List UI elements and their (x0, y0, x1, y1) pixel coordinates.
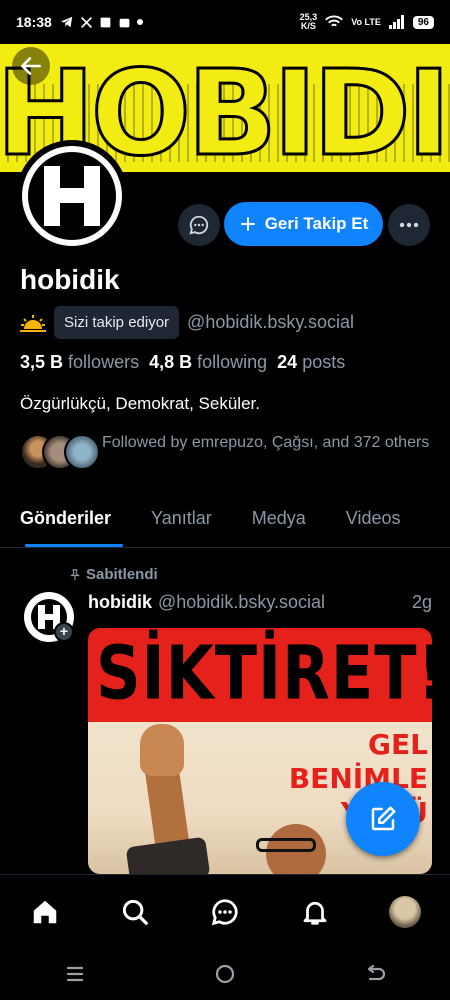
post-header: hobidik @hobidik.bsky.social 2g (88, 592, 432, 613)
compose-post-button[interactable] (346, 782, 420, 856)
image-title: SİKTİRET! (96, 628, 432, 717)
x-icon (80, 16, 92, 28)
profile-tabs: Gönderiler Yanıtlar Medya Videos (0, 498, 450, 548)
bell-icon (303, 901, 327, 925)
chat-bubble-icon (211, 898, 238, 925)
follower-avatar (64, 434, 100, 470)
follow-plus-icon[interactable]: + (54, 622, 74, 642)
status-right: 25,3 K/S Vo LTE 96 (300, 13, 434, 31)
speed-unit: K/S (300, 21, 316, 31)
image-hand (140, 724, 184, 776)
pin-icon (69, 568, 81, 580)
dot-icon (136, 19, 143, 25)
post-author-handle[interactable]: @hobidik.bsky.social (158, 592, 325, 613)
nav-profile[interactable] (380, 887, 430, 937)
tab-replies[interactable]: Yanıtlar (131, 498, 232, 547)
back-arrow-icon[interactable] (364, 964, 386, 984)
signal-icon (388, 15, 404, 29)
following-count: 4,8 B (149, 352, 193, 372)
posts-stat: 24 posts (277, 352, 345, 373)
back-button[interactable] (12, 47, 50, 85)
battery-level: 96 (412, 15, 434, 29)
chat-bubble-icon (189, 215, 209, 235)
compose-icon (371, 806, 396, 831)
nav-search[interactable] (110, 887, 160, 937)
tab-media[interactable]: Medya (232, 498, 326, 547)
system-navigation (0, 948, 450, 1000)
profile-stats: 3,5 B followers 4,8 B following 24 posts (20, 352, 345, 373)
more-options-button[interactable] (388, 204, 430, 246)
arrow-left-icon (21, 57, 41, 75)
profile-display-name: hobidik (20, 264, 120, 295)
status-bar: 18:38 25,3 K/S Vo LTE 96 (0, 0, 450, 44)
home-icon (33, 900, 57, 923)
follows-you-badge: Sizi takip ediyor (54, 306, 180, 339)
tab-posts[interactable]: Gönderiler (0, 498, 131, 547)
nav-chat[interactable] (200, 887, 250, 937)
h-logo-icon (44, 166, 100, 226)
posts-count: 24 (277, 352, 298, 372)
bottom-navigation (0, 874, 450, 948)
followed-by-row[interactable]: Followed by emrepuzo, Çağsı, and 372 oth… (20, 432, 440, 472)
followed-by-avatars (20, 432, 100, 472)
profile-avatar[interactable] (16, 140, 128, 252)
image-word: GEL (368, 728, 428, 761)
shop-icon (119, 18, 130, 27)
pinned-label: Sabitlendi (86, 566, 158, 583)
network-speed: 25,3 K/S (300, 13, 318, 31)
ellipsis-icon (399, 222, 419, 228)
followed-by-text: Followed by emrepuzo, Çağsı, and 372 oth… (102, 434, 430, 451)
post-author-name[interactable]: hobidik (88, 592, 152, 613)
follow-back-button[interactable]: Geri Takip Et (224, 202, 383, 246)
profile-handle-row: Sizi takip ediyor @hobidik.bsky.social (20, 306, 354, 339)
plus-icon (240, 217, 255, 231)
telegram-icon (60, 16, 73, 28)
followers-label: followers (68, 352, 140, 372)
post-timestamp: 2g (411, 592, 432, 612)
wifi-icon (325, 15, 344, 27)
followers-stat[interactable]: 3,5 B followers (20, 352, 139, 373)
status-time: 18:38 (16, 14, 52, 30)
tab-videos[interactable]: Videos (326, 498, 421, 547)
app-icon (100, 17, 111, 27)
message-button[interactable] (178, 204, 220, 246)
followers-count: 3,5 B (20, 352, 64, 372)
recent-apps-icon[interactable] (64, 965, 86, 983)
volte-label: Vo LTE (351, 16, 381, 27)
search-icon (122, 899, 148, 925)
nav-home[interactable] (20, 887, 70, 937)
status-notification-icons (60, 15, 143, 29)
pinned-indicator: Sabitlendi (68, 566, 158, 583)
avatar-logo (22, 146, 122, 246)
following-stat[interactable]: 4,8 B following (149, 352, 267, 373)
sunrise-icon (20, 314, 46, 332)
nav-notifications[interactable] (290, 887, 340, 937)
follow-back-label: Geri Takip Et (264, 214, 369, 233)
posts-label: posts (302, 352, 346, 372)
home-circle-icon[interactable] (214, 963, 236, 985)
profile-bio: Özgürlükçü, Demokrat, Seküler. (20, 394, 260, 413)
user-avatar (389, 895, 421, 928)
image-glasses (256, 838, 316, 852)
following-label: following (197, 352, 268, 372)
profile-handle: @hobidik.bsky.social (187, 312, 355, 332)
